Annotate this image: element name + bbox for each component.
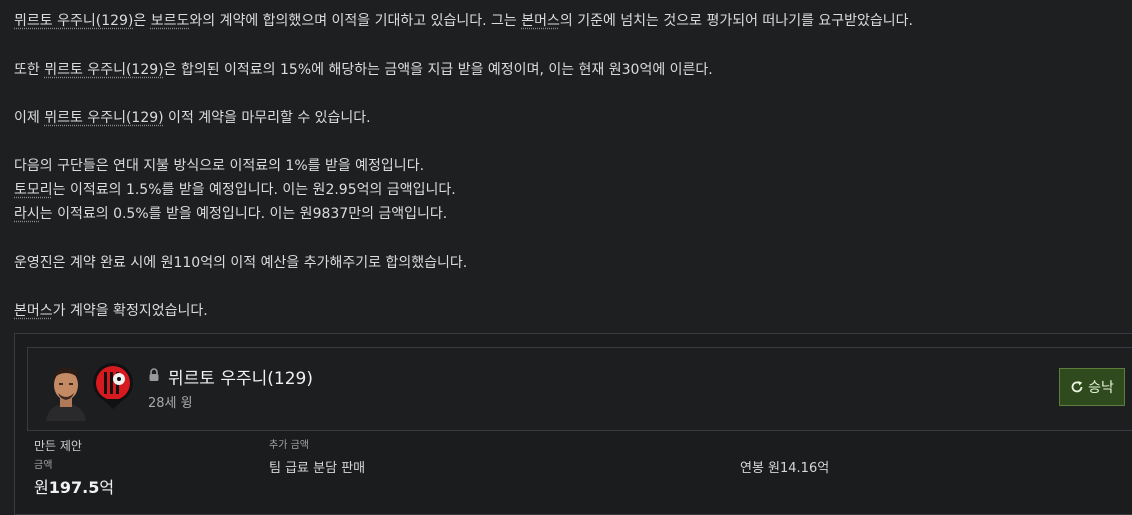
lock-icon [149,368,159,381]
club-link-lasi[interactable]: 라시 [14,206,40,222]
offer-label: 만든 제안 [34,439,82,453]
refresh-icon [1071,381,1083,393]
transfer-fee: 원197.5억 [34,478,115,497]
club-link-bordeaux[interactable]: 보르도 [151,13,190,29]
player-link[interactable]: 뮈르토 우주니(129) [44,62,163,78]
player-link[interactable]: 뮈르토 우주니(129) [44,110,163,126]
player-age-position: 28세 윙 [148,396,193,411]
news-paragraph-4: 다음의 구단들은 연대 지불 방식으로 이적료의 1%를 받을 예정입니다. 토… [14,158,456,222]
news-paragraph-6: 본머스가 계약을 확정지었습니다. [14,303,208,319]
bournemouth-crest-icon[interactable] [92,361,134,411]
extra-amount-value: 팀 급료 분담 판매 [269,461,366,476]
news-paragraph-1: 뮈르토 우주니(129)은 보르도와의 계약에 합의했으며 이적을 기대하고 있… [14,13,914,29]
player-row: 뮈르토 우주니(129) 28세 윙 승낙 [27,347,1132,431]
amount-label: 금액 [34,460,53,471]
transfer-offer-card: 뮈르토 우주니(129) 28세 윙 승낙 만든 제안 금액 원197.5억 추… [14,333,1132,515]
salary-value: 연봉 원14.16억 [740,461,830,476]
accept-button[interactable]: 승낙 [1059,368,1125,406]
extra-amount-label: 추가 금액 [269,440,309,451]
club-link-bournemouth[interactable]: 본머스 [14,303,53,319]
news-paragraph-5: 운영진은 계약 완료 시에 원110억의 이적 예산을 추가해주기로 합의했습니… [14,255,468,271]
player-photo[interactable] [42,361,90,421]
player-name[interactable]: 뮈르토 우주니(129) [168,364,313,389]
club-link-tomori[interactable]: 토모리 [14,182,53,198]
news-paragraph-3: 이제 뮈르토 우주니(129) 이적 계약을 마무리할 수 있습니다. [14,110,371,126]
club-link-bournemouth[interactable]: 본머스 [521,13,560,29]
news-paragraph-2: 또한 뮈르토 우주니(129)은 합의된 이적료의 15%에 해당하는 금액을 … [14,62,713,78]
accept-label: 승낙 [1088,380,1114,396]
player-link[interactable]: 뮈르토 우주니(129) [14,13,133,29]
